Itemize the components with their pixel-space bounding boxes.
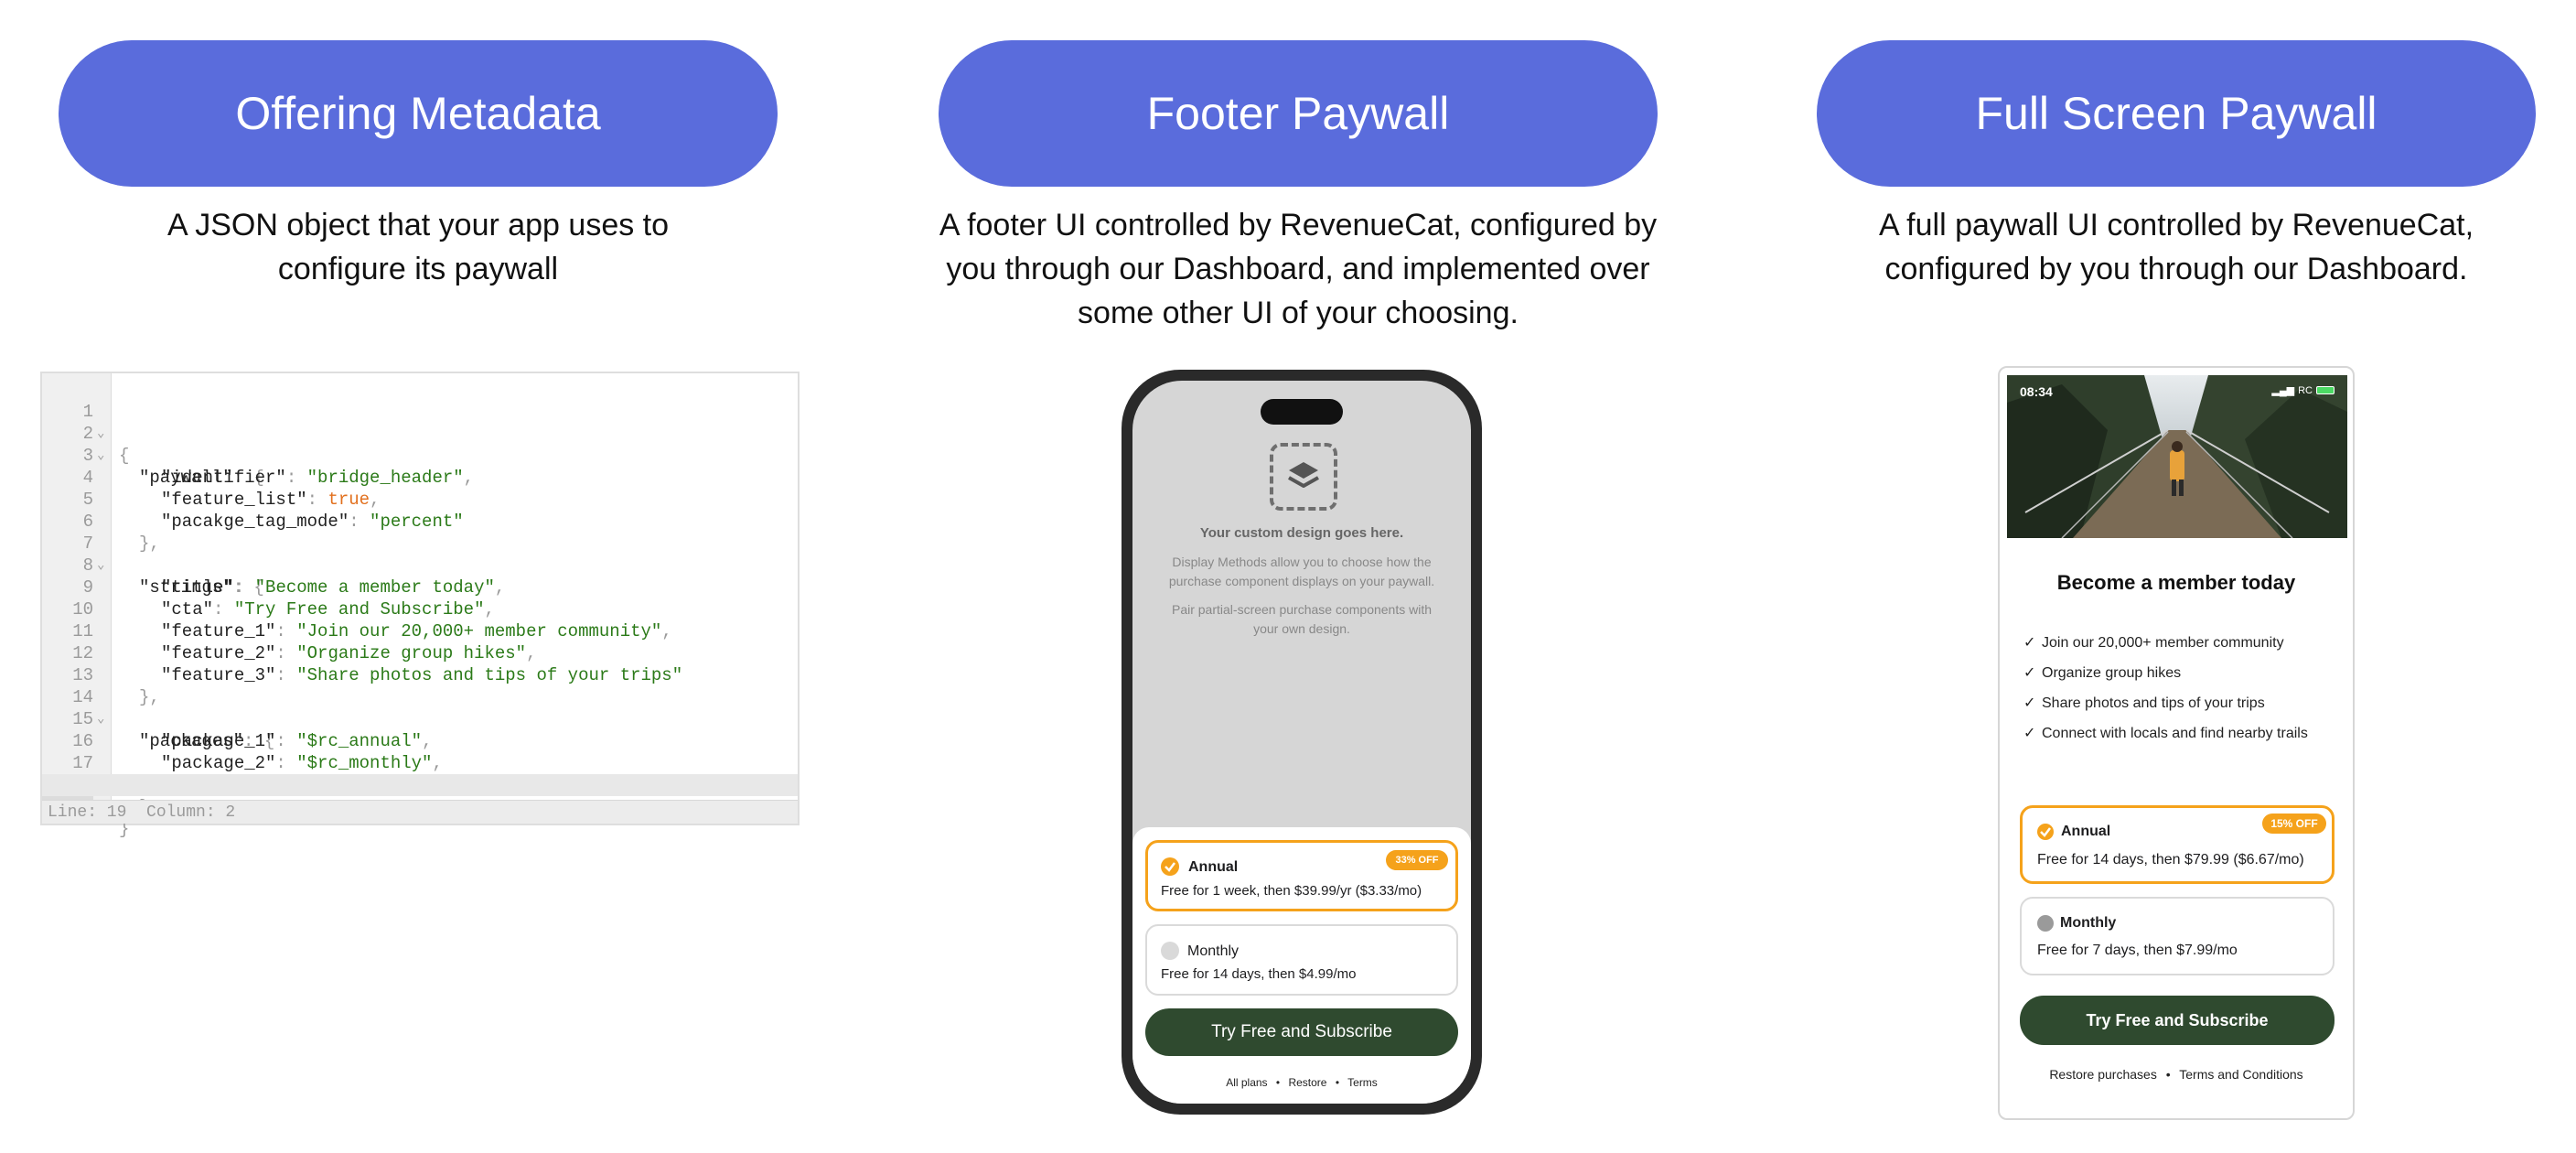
package-detail: Free for 7 days, then $7.99/mo [2037,943,2238,958]
offering-metadata-header: Offering Metadata [59,40,778,187]
selected-check-icon [2037,824,2054,840]
description-line: configure its paywall [277,252,559,286]
cta-label: Try Free and Subscribe [2086,1010,2269,1029]
full-screen-paywall-phone: 08:34 ▂▄▆ RC Become a member today ✓ Join… [1998,366,2355,1120]
feature-item: ✓ Organize group hikes [2023,665,2182,681]
battery-icon [2316,386,2334,394]
editor-status-bar: Line: 19 Column: 2 [42,800,798,824]
full-screen-paywall-title: Full Screen Paywall [1975,88,2377,139]
code-line: 15 "package_1": "$rc_annual", [42,686,798,751]
package-name: Monthly [2060,915,2117,931]
code-line-active: 19 } [42,774,798,839]
code-line: 7 ⌄ "strings": { [42,511,798,598]
radio-unselected-icon [2037,915,2054,932]
check-icon: ✓ [2023,635,2036,651]
feature-item: ✓ Share photos and tips of your trips [2023,695,2265,711]
code-line: 1 ⌄ { [42,379,798,466]
package-name: Monthly [1187,943,1240,959]
link-restore[interactable]: Restore [1288,1076,1326,1089]
check-icon: ✓ [2023,695,2036,711]
link-restore-purchases[interactable]: Restore purchases [2049,1067,2157,1082]
feature-item: ✓ Join our 20,000+ member community [2023,635,2284,651]
hero-image-bridge-hiker: 08:34 ▂▄▆ RC [2007,375,2347,538]
link-all-plans[interactable]: All plans [1226,1076,1267,1089]
code-line: 10 "feature_1": "Join our 20,000+ member… [42,576,798,641]
description-line: you through our Dashboard, and implement… [946,252,1650,286]
package-detail: Free for 14 days, then $79.99 ($6.67/mo) [2037,852,2304,867]
description-line: configured by you through our Dashboard. [1884,252,2468,286]
offering-metadata-title: Offering Metadata [235,88,601,139]
cta-label: Try Free and Subscribe [1211,1022,1392,1041]
carrier-label: RC [2298,384,2313,396]
link-separator: • [1335,1076,1340,1089]
code-line: 14 ⌄ "packages": { [42,664,798,751]
code-line: 18 } [42,752,798,817]
dynamic-island [1261,399,1343,425]
full-screen-paywall-description: A full paywall UI controlled by RevenueC… [1808,203,2545,291]
signal-icon: ▂▄▆ [2271,385,2295,396]
purchase-sheet: 33% OFF Annual Free for 1 week, then $39… [1132,827,1471,1104]
link-terms[interactable]: Terms [1347,1076,1378,1089]
footer-paywall-description: A footer UI controlled by RevenueCat, co… [920,203,1676,335]
try-free-subscribe-button[interactable]: Try Free and Subscribe [1145,1008,1458,1056]
package-option-monthly[interactable]: Monthly Free for 14 days, then $4.99/mo [1145,924,1458,996]
footer-links: Restore purchases • Terms and Conditions [2000,1067,2353,1082]
package-option-annual[interactable]: 33% OFF Annual Free for 1 week, then $39… [1145,840,1458,911]
phone-screen: Your custom design goes here. Display Me… [1132,381,1471,1104]
package-detail: Free for 14 days, then $4.99/mo [1161,966,1357,982]
check-icon: ✓ [2023,665,2036,681]
code-line: 8 "title": "Become a member today", [42,533,798,598]
package-option-annual[interactable]: 15% OFF Annual Free for 14 days, then $7… [2020,805,2334,884]
code-line: 17 "preselected_package": 1 [42,730,798,795]
placeholder-title: Your custom design goes here. [1199,525,1404,541]
try-free-subscribe-button[interactable]: Try Free and Subscribe [2020,996,2334,1045]
footer-links: All plans • Restore • Terms [1132,1076,1471,1089]
package-detail: Free for 1 week, then $39.99/yr ($3.33/m… [1161,883,1422,899]
radio-unselected-icon [1161,942,1179,960]
description-line: A JSON object that your app uses to [166,208,670,242]
discount-badge: 33% OFF [1386,850,1448,870]
code-line: 12 "feature_3": "Share photos and tips o… [42,620,798,685]
code-line: 2 ⌄ "paywall": { [42,401,798,488]
code-line: 11 "feature_2": "Organize group hikes", [42,598,798,663]
footer-paywall-title: Footer Paywall [1146,88,1450,139]
status-time: 08:34 [2020,384,2053,399]
package-option-monthly[interactable]: Monthly Free for 7 days, then $7.99/mo [2020,897,2334,975]
link-separator: • [2165,1067,2171,1082]
check-icon: ✓ [2023,726,2036,741]
feature-item: ✓ Connect with locals and find nearby tra… [2023,726,2308,741]
placeholder-text: Display Methods allow you to choose how … [1168,555,1435,588]
package-name: Annual [2061,824,2111,839]
code-line: 4 "feature_list": true, [42,445,798,510]
description-line: some other UI of your choosing. [1078,296,1519,330]
code-line: 6 }, [42,489,798,554]
description-line: A full paywall UI controlled by RevenueC… [1878,208,2474,242]
code-line: 3 "identifier": "bridge_header", [42,423,798,488]
layers-icon [1270,443,1337,511]
paywall-title: Become a member today [2056,571,2296,594]
package-name: Annual [1188,859,1239,875]
offering-metadata-description: A JSON object that your app uses to conf… [59,203,778,291]
code-line: 9 "cta": "Try Free and Subscribe", [42,555,798,620]
selected-check-icon [1161,857,1179,876]
json-code-editor[interactable]: 1 ⌄ { 2 ⌄ "paywall": { 3 "identifier": "… [40,372,800,839]
placeholder-text: Pair partial-screen purchase components … [1171,602,1433,636]
status-bar-right: ▂▄▆ RC [2271,384,2334,396]
description-line: A footer UI controlled by RevenueCat, co… [939,208,1658,242]
footer-paywall-phone: Your custom design goes here. Display Me… [1122,370,1482,1115]
code-line: 13 }, [42,642,798,707]
code-line: 5 "pacakge_tag_mode": "percent" [42,467,798,532]
full-screen-paywall-header: Full Screen Paywall [1817,40,2536,187]
code-line: 16 "package_2": "$rc_monthly", [42,708,798,773]
link-terms-and-conditions[interactable]: Terms and Conditions [2179,1067,2302,1082]
link-separator: • [1275,1076,1281,1089]
discount-badge: 15% OFF [2262,814,2326,834]
footer-paywall-header: Footer Paywall [939,40,1658,187]
